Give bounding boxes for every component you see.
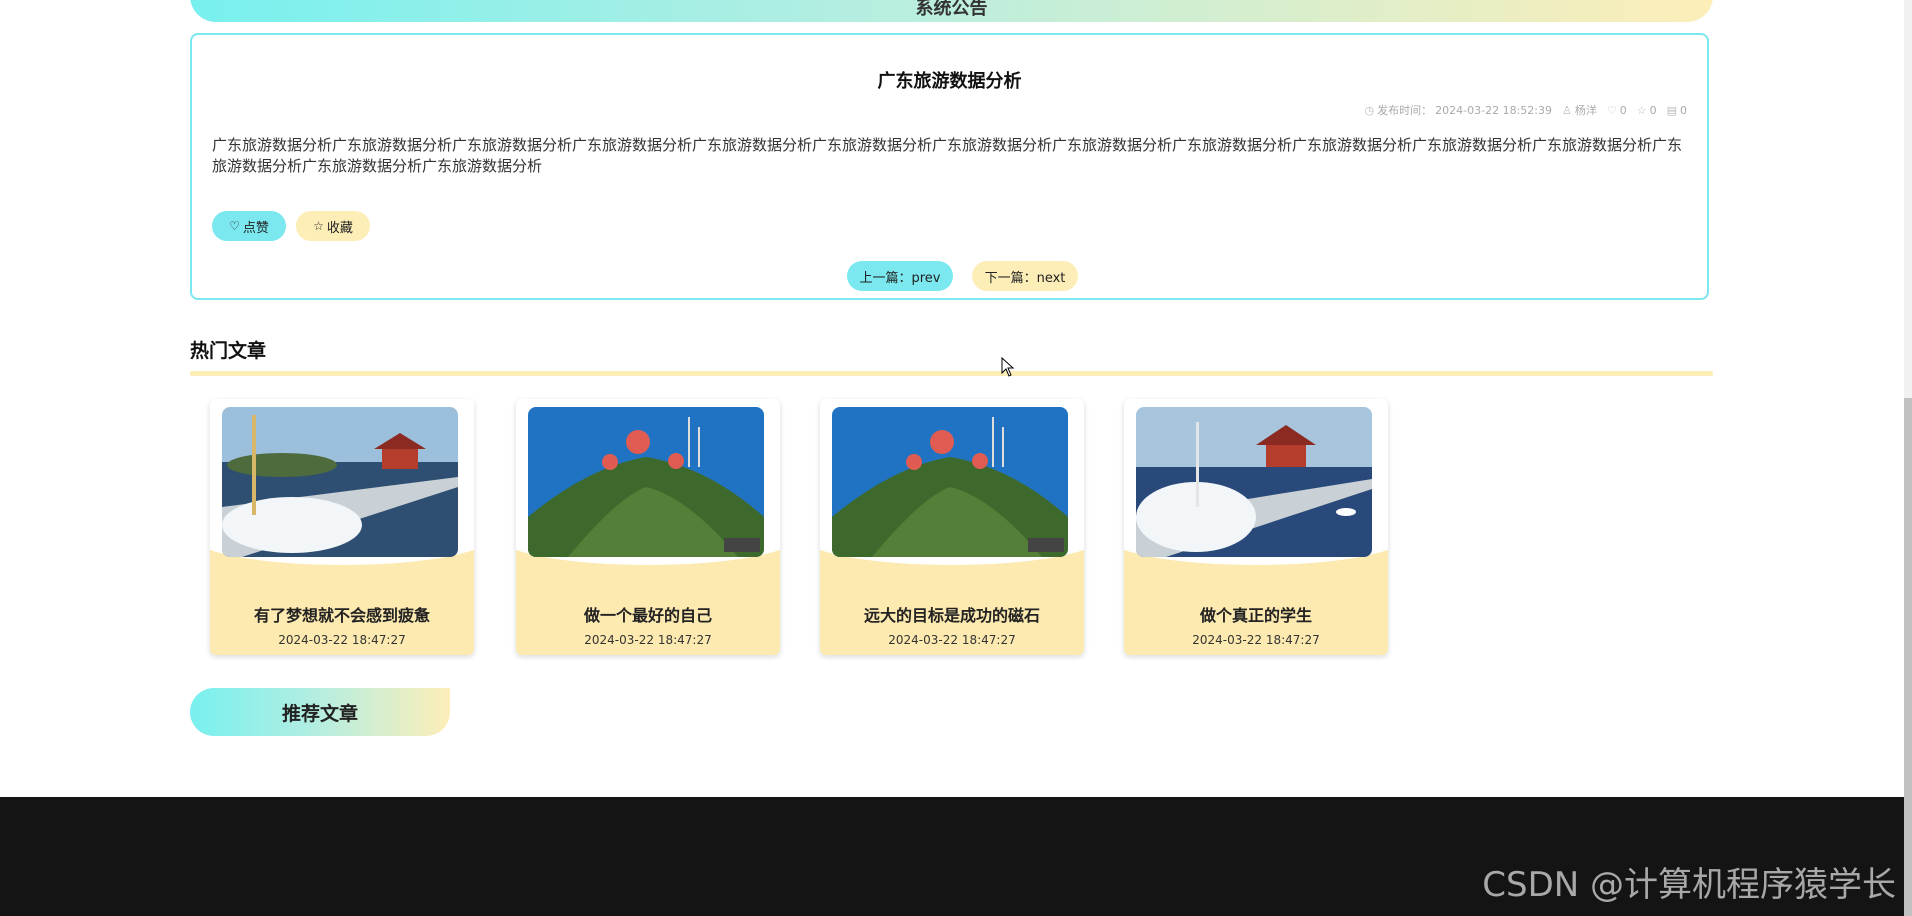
watermark: CSDN @计算机程序猿学长: [1482, 865, 1896, 905]
article-image: [528, 407, 764, 557]
like-button[interactable]: ♡ 点赞: [212, 211, 286, 241]
like-count-value: 0: [1619, 103, 1627, 117]
notice-card: 广东旅游数据分析 ◷ 发布时间： 2024-03-22 18:52:39 ♙ 杨洋…: [190, 33, 1709, 300]
article-image: [1136, 407, 1372, 557]
like-button-label: 点赞: [242, 220, 269, 236]
article-image: [832, 407, 1068, 557]
heart-icon: ♡: [229, 219, 240, 233]
article-date: 2024-03-22 18:47:27: [278, 633, 406, 647]
green-hill-image: [832, 407, 1068, 557]
article-date: 2024-03-22 18:47:27: [1192, 633, 1320, 647]
view-count-value: 0: [1680, 103, 1687, 117]
pier-pavilion-image: [222, 407, 458, 557]
article-card[interactable]: 做一个最好的自己 2024-03-22 18:47:27: [516, 399, 780, 655]
user-icon: ♙: [1561, 103, 1572, 117]
favorite-count-value: 0: [1649, 103, 1657, 117]
article-title: 做个真正的学生: [1199, 606, 1312, 625]
recommended-articles-title: 推荐文章: [281, 702, 358, 725]
thumbs-up-icon: ♡: [1606, 103, 1617, 117]
publish-time: ◷ 发布时间： 2024-03-22 18:52:39: [1365, 102, 1552, 118]
document-icon: ▤: [1666, 103, 1677, 117]
notice-section-title: 系统公告: [915, 0, 988, 19]
publish-label: 发布时间：: [1377, 104, 1433, 117]
prev-article-label: 上一篇：prev: [859, 270, 941, 286]
favorite-button-label: 收藏: [326, 220, 353, 236]
article-date: 2024-03-22 18:47:27: [584, 633, 712, 647]
pier-pavilion-image: [1136, 407, 1372, 557]
notice-meta: ◷ 发布时间： 2024-03-22 18:52:39 ♙ 杨洋 ♡ 0 ☆ 0 …: [1365, 102, 1687, 118]
article-title: 有了梦想就不会感到疲惫: [253, 606, 430, 625]
notice-title: 广东旅游数据分析: [877, 71, 1022, 92]
scrollbar-thumb[interactable]: [1904, 398, 1912, 916]
article-title: 远大的目标是成功的磁石: [863, 606, 1040, 625]
author-name: 杨洋: [1574, 104, 1597, 117]
article-card[interactable]: 远大的目标是成功的磁石 2024-03-22 18:47:27: [820, 399, 1084, 655]
prev-article-button[interactable]: 上一篇：prev: [847, 261, 953, 291]
view-count: ▤ 0: [1667, 104, 1687, 117]
notice-body: 广东旅游数据分析广东旅游数据分析广东旅游数据分析广东旅游数据分析广东旅游数据分析…: [212, 136, 1683, 175]
star-icon: ☆: [313, 219, 324, 233]
favorite-count: ☆ 0: [1637, 104, 1657, 117]
clock-icon: ◷: [1364, 103, 1375, 117]
mouse-cursor-icon: [1001, 356, 1015, 381]
favorite-button[interactable]: ☆ 收藏: [296, 211, 370, 241]
like-count: ♡ 0: [1607, 104, 1627, 117]
publish-time-value: 2024-03-22 18:52:39: [1435, 103, 1552, 117]
article-card[interactable]: 做个真正的学生 2024-03-22 18:47:27: [1124, 399, 1388, 655]
notice-section-banner: 系统公告: [190, 0, 1713, 22]
hot-articles-divider: [190, 371, 1713, 376]
article-image: [222, 407, 458, 557]
star-icon: ☆: [1636, 103, 1647, 117]
next-article-button[interactable]: 下一篇：next: [972, 261, 1078, 291]
article-title: 做一个最好的自己: [583, 606, 712, 625]
next-article-label: 下一篇：next: [984, 270, 1066, 286]
recommended-articles-heading: 推荐文章: [190, 688, 450, 736]
article-card[interactable]: 有了梦想就不会感到疲惫 2024-03-22 18:47:27: [210, 399, 474, 655]
author: ♙ 杨洋: [1562, 102, 1597, 118]
footer: CSDN @计算机程序猿学长: [0, 797, 1904, 916]
hot-articles-title: 热门文章: [190, 340, 267, 362]
green-hill-image: [528, 407, 764, 557]
article-date: 2024-03-22 18:47:27: [888, 633, 1016, 647]
